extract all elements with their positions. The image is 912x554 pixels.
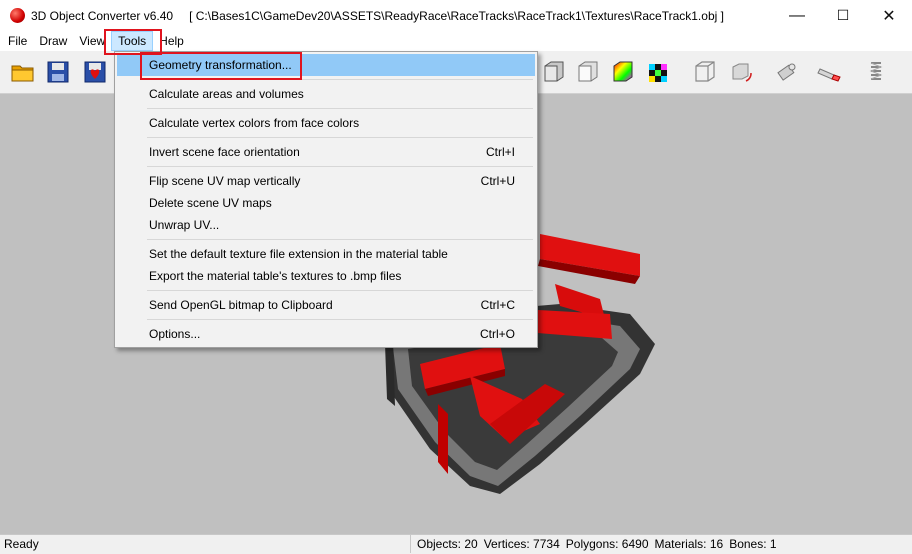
cube-gray-icon[interactable] bbox=[541, 59, 567, 85]
rotate-cube-icon[interactable] bbox=[728, 59, 754, 85]
menu-view[interactable]: View bbox=[73, 31, 111, 51]
status-ready: Ready bbox=[4, 537, 39, 551]
status-materials: Materials: 16 bbox=[654, 537, 724, 551]
menu-bar: File Draw View Tools Help bbox=[0, 31, 912, 51]
menu-draw[interactable]: Draw bbox=[33, 31, 73, 51]
menu-help[interactable]: Help bbox=[153, 31, 190, 51]
open-folder-icon[interactable] bbox=[10, 59, 36, 85]
menu-separator bbox=[147, 166, 533, 167]
menu-item-export-textures-bmp[interactable]: Export the material table's textures to … bbox=[117, 265, 535, 287]
menu-item-delete-uv[interactable]: Delete scene UV maps bbox=[117, 192, 535, 214]
app-icon bbox=[10, 8, 25, 23]
title-bar: 3D Object Converter v6.40 [ C:\Bases1C\G… bbox=[0, 0, 912, 31]
menu-item-geometry-transformation[interactable]: Geometry transformation... bbox=[117, 54, 535, 76]
flashlight-icon[interactable] bbox=[817, 59, 843, 85]
minimize-button[interactable]: — bbox=[774, 0, 820, 31]
menu-item-send-bitmap-clipboard[interactable]: Send OpenGL bitmap to Clipboard Ctrl+C bbox=[117, 294, 535, 316]
tools-menu-dropdown: Geometry transformation... Calculate are… bbox=[114, 51, 538, 348]
menu-separator bbox=[147, 108, 533, 109]
save-as-icon[interactable] bbox=[82, 59, 108, 85]
menu-item-options[interactable]: Options... Ctrl+O bbox=[117, 323, 535, 345]
wireframe-cube-icon[interactable] bbox=[692, 59, 718, 85]
menu-file[interactable]: File bbox=[2, 31, 33, 51]
status-polygons: Polygons: 6490 bbox=[565, 537, 649, 551]
camera-icon[interactable] bbox=[774, 59, 800, 85]
menu-separator bbox=[147, 239, 533, 240]
status-vertices: Vertices: 7734 bbox=[483, 537, 560, 551]
menu-item-default-texture-extension[interactable]: Set the default texture file extension i… bbox=[117, 243, 535, 265]
menu-separator bbox=[147, 319, 533, 320]
spring-icon[interactable] bbox=[863, 59, 889, 85]
cube-white-icon[interactable] bbox=[575, 59, 601, 85]
app-title: 3D Object Converter v6.40 bbox=[31, 8, 174, 23]
menu-item-flip-uv[interactable]: Flip scene UV map vertically Ctrl+U bbox=[117, 170, 535, 192]
menu-separator bbox=[147, 79, 533, 80]
close-button[interactable]: ✕ bbox=[866, 0, 912, 31]
menu-separator bbox=[147, 137, 533, 138]
status-objects: Objects: 20 bbox=[410, 535, 484, 553]
maximize-button[interactable]: ☐ bbox=[820, 0, 866, 31]
menu-item-calculate-vertex-colors[interactable]: Calculate vertex colors from face colors bbox=[117, 112, 535, 134]
menu-separator bbox=[147, 290, 533, 291]
save-icon[interactable] bbox=[45, 59, 71, 85]
menu-item-unwrap-uv[interactable]: Unwrap UV... bbox=[117, 214, 535, 236]
status-bar: Ready Objects: 20 Vertices: 7734 Polygon… bbox=[0, 534, 912, 554]
cube-checker-icon[interactable] bbox=[645, 59, 671, 85]
menu-tools[interactable]: Tools bbox=[111, 31, 154, 51]
menu-item-calculate-areas[interactable]: Calculate areas and volumes bbox=[117, 83, 535, 105]
status-bones: Bones: 1 bbox=[729, 537, 777, 551]
menu-item-invert-face-orientation[interactable]: Invert scene face orientation Ctrl+I bbox=[117, 141, 535, 163]
file-path: [ C:\Bases1C\GameDev20\ASSETS\ReadyRace\… bbox=[189, 8, 724, 23]
cube-color-icon[interactable] bbox=[610, 59, 636, 85]
